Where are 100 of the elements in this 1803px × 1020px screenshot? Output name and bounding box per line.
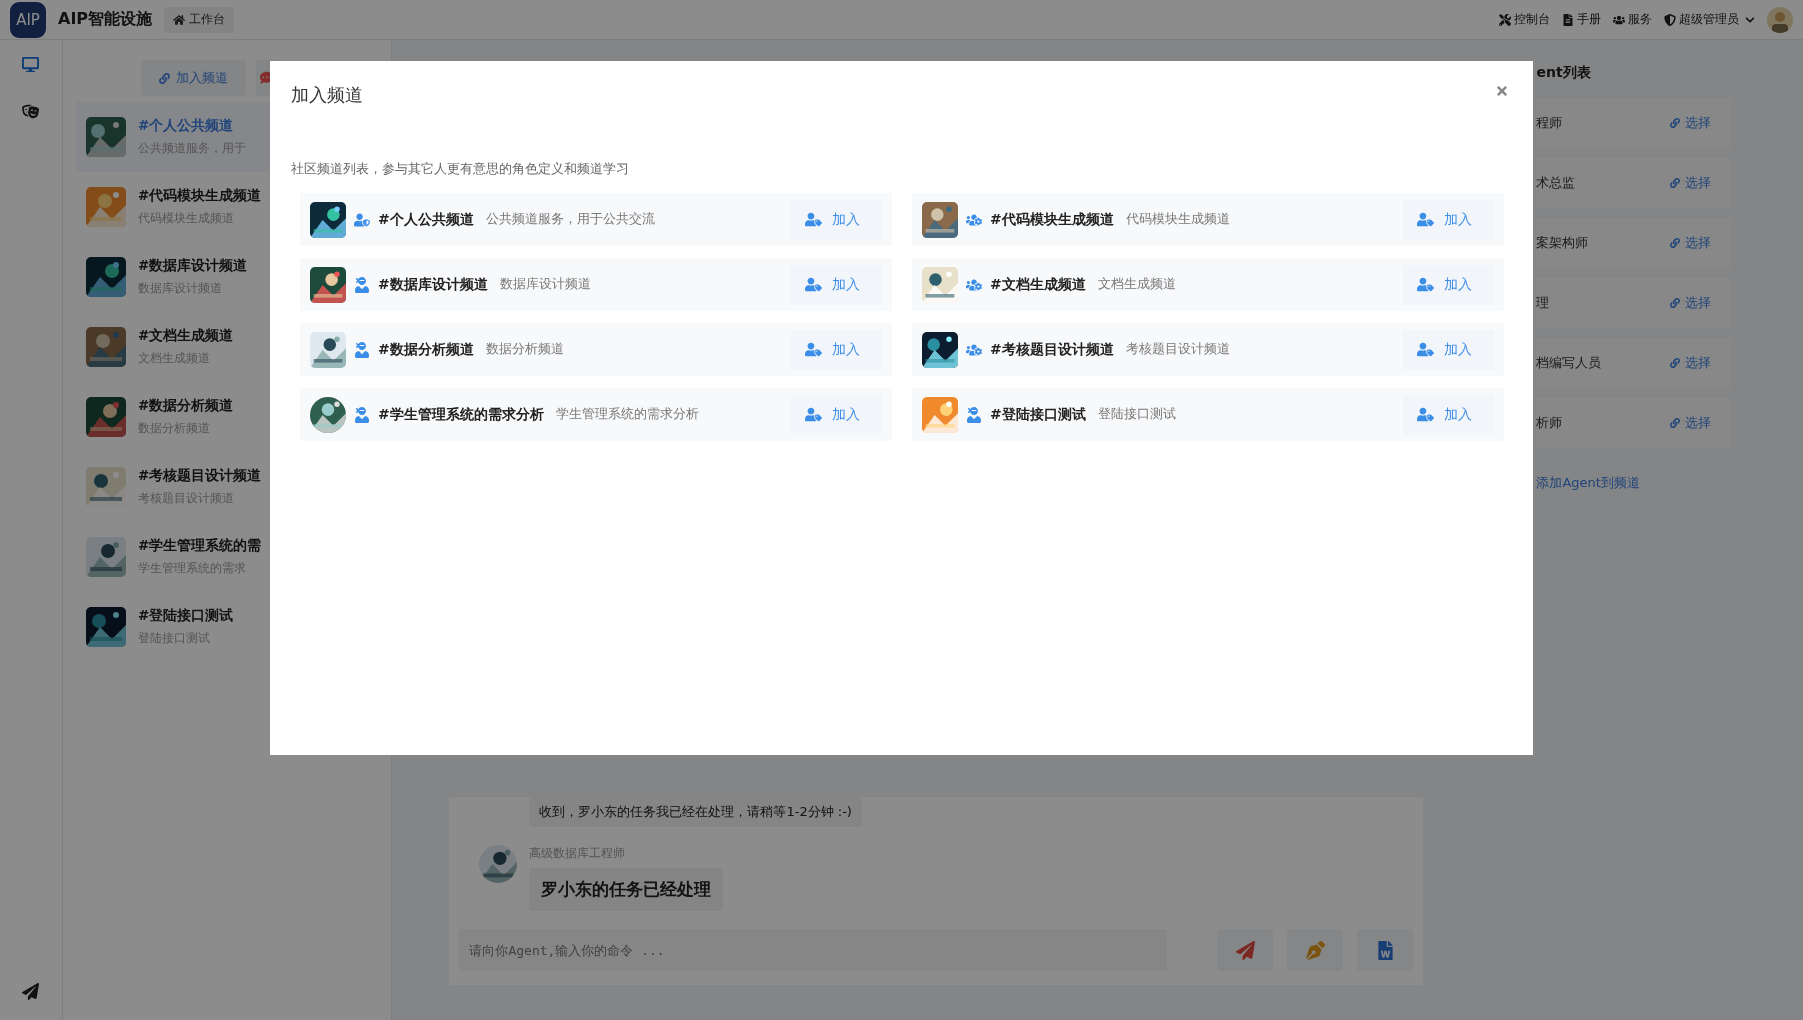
user-avatar[interactable] xyxy=(1767,6,1793,33)
monitor-icon xyxy=(22,56,40,73)
agent-name: 程师 xyxy=(1536,114,1563,132)
app-logo[interactable]: AIP xyxy=(10,1,46,38)
word-file-icon xyxy=(1375,940,1395,960)
person-icon xyxy=(354,276,370,293)
person-icon xyxy=(354,406,370,423)
paper-plane-icon xyxy=(22,983,40,1000)
select-link[interactable]: 选择 xyxy=(1670,174,1712,192)
channel-title: #代码模块生成频道 xyxy=(137,187,262,205)
channel-description: 文档生成频道 xyxy=(1097,276,1176,293)
user-shield-icon xyxy=(354,211,370,228)
user-tag-icon xyxy=(805,341,822,358)
join-button[interactable]: 加入 xyxy=(1403,394,1494,435)
nav-link[interactable]: 控制台 xyxy=(1499,11,1550,28)
user-tag-icon xyxy=(805,276,822,293)
channel-name: #数据库设计频道 xyxy=(378,275,488,294)
join-channel-button[interactable]: 加入频道 xyxy=(140,60,246,96)
link-icon xyxy=(1670,178,1681,188)
select-link[interactable]: 选择 xyxy=(1670,294,1712,312)
join-button[interactable]: 加入 xyxy=(791,394,882,435)
agent-name: 术总监 xyxy=(1536,174,1576,192)
pen-icon xyxy=(1305,940,1325,960)
select-link[interactable]: 选择 xyxy=(1670,234,1712,252)
join-button[interactable]: 加入 xyxy=(791,329,882,370)
command-input[interactable]: 请向你Agent,输入你的命令 ... xyxy=(459,929,1168,971)
rail-button[interactable] xyxy=(22,983,40,1000)
home-icon xyxy=(173,13,186,26)
message-bubble: 收到，罗小东的任务我已经在处理，请稍等1-2分钟 :-) xyxy=(529,797,862,827)
shield-icon xyxy=(1664,13,1676,26)
channel-description: 数据分析频道 xyxy=(485,341,564,358)
pen-button[interactable] xyxy=(1287,929,1344,971)
channel-title: #文档生成频道 xyxy=(137,327,234,345)
user-menu[interactable]: 超级管理员 xyxy=(1664,11,1755,28)
user-tag-icon xyxy=(1417,276,1434,293)
link-icon xyxy=(1670,238,1681,248)
agent-name: 案架构师 xyxy=(1536,234,1589,252)
nav-link[interactable]: 服务 xyxy=(1613,11,1652,28)
close-icon xyxy=(1495,84,1509,98)
dialog-subtitle: 社区频道列表，参与其它人更有意思的角色定义和频道学习 xyxy=(291,161,629,178)
dialog-title: 加入频道 xyxy=(291,83,363,107)
person-icon xyxy=(354,341,370,358)
add-agent-link[interactable]: 添加Agent到频道 xyxy=(1536,474,1803,492)
rail-button[interactable] xyxy=(22,56,40,73)
panel-title: ent列表 xyxy=(1536,63,1592,82)
channel-name: #登陆接口测试 xyxy=(990,405,1086,424)
channel-name: #文档生成频道 xyxy=(990,275,1086,294)
link-icon xyxy=(1670,358,1681,368)
select-link[interactable]: 选择 xyxy=(1670,414,1712,432)
join-button[interactable]: 加入 xyxy=(791,199,882,240)
channel-name: #代码模块生成频道 xyxy=(990,210,1114,229)
document-icon xyxy=(1562,13,1574,26)
channel-description: 公共频道服务，用于公共交流 xyxy=(485,211,655,228)
channel-title: #个人公共频道 xyxy=(137,117,235,135)
channel-description: 考核题目设计频道 xyxy=(1125,341,1230,358)
user-tag-icon xyxy=(1417,406,1434,423)
channel-title: #数据分析频道 xyxy=(137,397,234,415)
select-link[interactable]: 选择 xyxy=(1670,114,1712,132)
user-tag-icon xyxy=(1417,341,1434,358)
agent-name: 理 xyxy=(1536,294,1550,312)
chevron-down-icon xyxy=(1745,14,1755,25)
link-icon xyxy=(1670,118,1681,128)
person-icon xyxy=(966,406,982,423)
join-button[interactable]: 加入 xyxy=(791,264,882,305)
paper-plane-icon xyxy=(1235,940,1255,960)
channel-description: 代码模块生成频道 xyxy=(1125,211,1230,228)
channel-title: #学生管理系统的需 xyxy=(137,537,262,555)
agent-name: 析师 xyxy=(1536,414,1563,432)
channel-name: #学生管理系统的需求分析 xyxy=(378,405,544,424)
link-icon xyxy=(1670,418,1681,428)
join-button[interactable]: 加入 xyxy=(1403,329,1494,370)
user-tag-icon xyxy=(805,406,822,423)
channel-name: #考核题目设计频道 xyxy=(990,340,1114,359)
channel-name: #数据分析频道 xyxy=(378,340,474,359)
join-button[interactable]: 加入 xyxy=(1403,199,1494,240)
app-name: AIP智能设施 xyxy=(58,9,153,30)
channel-description: 登陆接口测试 xyxy=(1097,406,1176,423)
user-tag-icon xyxy=(805,211,822,228)
tools-icon xyxy=(1499,13,1511,26)
channel-description: 学生管理系统的需求分析 xyxy=(555,406,699,423)
channel-name: #个人公共频道 xyxy=(378,210,474,229)
channel-title: #考核题目设计频道 xyxy=(137,467,262,485)
workbench-button[interactable]: 工作台 xyxy=(164,6,235,33)
channel-title: #数据库设计频道 xyxy=(137,257,248,275)
agent-name: 档编写人员 xyxy=(1536,354,1602,372)
nav-link[interactable]: 手册 xyxy=(1562,11,1601,28)
users-icon xyxy=(1613,13,1625,26)
masks-icon xyxy=(22,103,40,120)
channel-description: 数据库设计频道 xyxy=(499,276,591,293)
rail-button[interactable] xyxy=(22,103,40,120)
close-button[interactable] xyxy=(1495,84,1509,98)
channel-title: #登陆接口测试 xyxy=(137,607,234,625)
join-button[interactable]: 加入 xyxy=(1403,264,1494,305)
user-tag-icon xyxy=(1417,211,1434,228)
send-button[interactable] xyxy=(1217,929,1274,971)
message-bubble: 罗小东的任务已经处理 xyxy=(529,868,724,911)
select-link[interactable]: 选择 xyxy=(1670,354,1712,372)
link-icon xyxy=(158,72,170,84)
word-button[interactable] xyxy=(1357,929,1414,971)
link-icon xyxy=(1670,298,1681,308)
